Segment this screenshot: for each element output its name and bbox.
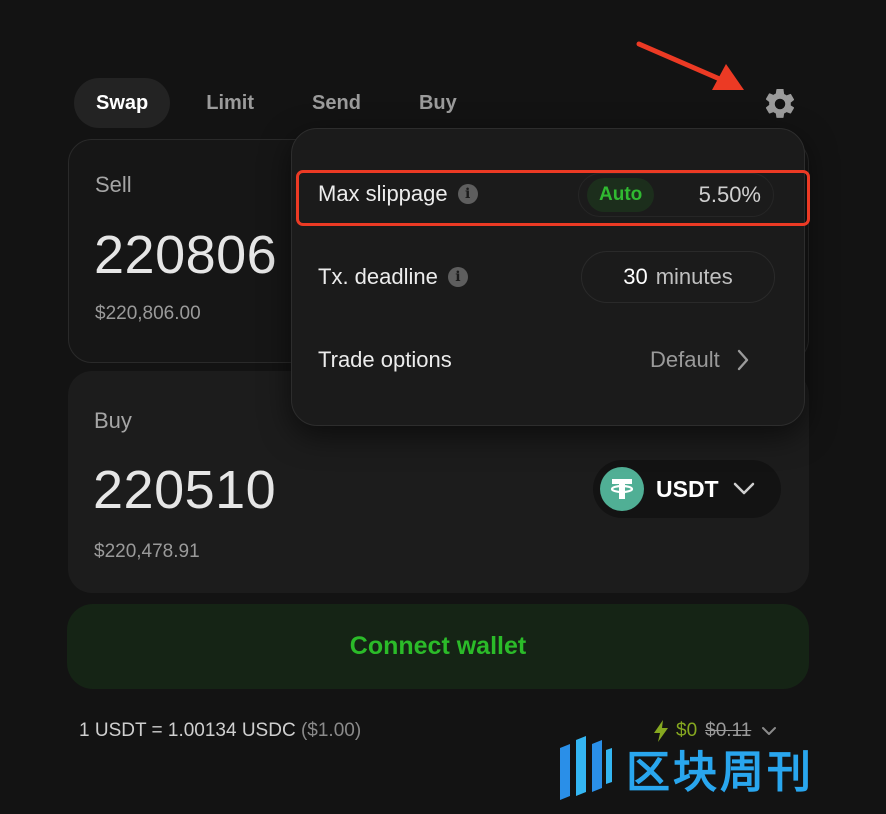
- connect-wallet-button[interactable]: Connect wallet: [67, 604, 809, 689]
- auto-slippage-button[interactable]: Auto: [587, 178, 655, 212]
- swap-tabs: Swap Limit Send Buy: [74, 78, 493, 128]
- deadline-input[interactable]: 30 minutes: [581, 251, 775, 303]
- watermark-logo: [560, 736, 612, 800]
- tab-buy[interactable]: Buy: [397, 78, 479, 128]
- watermark: 区块周刊: [556, 736, 814, 800]
- chevron-down-icon: [733, 482, 754, 495]
- deadline-row: Tx. deadline i: [318, 264, 468, 290]
- watermark-text: 区块周刊: [626, 748, 814, 797]
- slippage-value-input[interactable]: 5.50%: [699, 182, 761, 208]
- deadline-label: Tx. deadline: [318, 264, 438, 289]
- max-slippage-row: Max slippage i: [318, 181, 478, 207]
- exchange-rate[interactable]: 1 USDT = 1.00134 USDC ($1.00): [79, 720, 361, 742]
- rate-text: 1 USDT = 1.00134 USDC: [79, 720, 296, 741]
- deadline-value: 30: [623, 264, 648, 289]
- trade-options-value: Default: [650, 347, 720, 372]
- rate-fiat: ($1.00): [300, 720, 362, 741]
- chevron-right-icon: [737, 349, 748, 371]
- usdt-logo: [600, 467, 644, 511]
- trade-options-row: Trade options: [318, 347, 452, 373]
- settings-popover: Max slippage i Auto 5.50% Tx. deadline i…: [291, 128, 805, 426]
- trade-options-button[interactable]: Default: [650, 347, 750, 373]
- slippage-control[interactable]: Auto 5.50%: [578, 173, 774, 217]
- buy-label: Buy: [94, 408, 132, 433]
- tab-swap[interactable]: Swap: [74, 78, 171, 128]
- info-icon[interactable]: i: [447, 267, 468, 287]
- token-symbol: USDT: [656, 475, 719, 502]
- max-slippage-label: Max slippage: [318, 181, 448, 206]
- tab-send[interactable]: Send: [290, 78, 383, 128]
- sell-label: Sell: [95, 172, 132, 197]
- tab-limit[interactable]: Limit: [184, 78, 276, 128]
- buy-fiat-value: $220,478.91: [94, 541, 200, 562]
- sell-fiat-value: $220,806.00: [95, 303, 201, 324]
- deadline-unit: minutes: [655, 264, 733, 289]
- info-icon[interactable]: i: [457, 184, 478, 204]
- buy-amount-input[interactable]: 220510: [93, 459, 276, 521]
- gear-icon[interactable]: [762, 86, 798, 122]
- sell-amount-input[interactable]: 220806: [94, 224, 277, 286]
- trade-options-label: Trade options: [318, 347, 452, 372]
- token-selector[interactable]: USDT: [593, 460, 781, 518]
- chevron-down-icon: [762, 727, 777, 735]
